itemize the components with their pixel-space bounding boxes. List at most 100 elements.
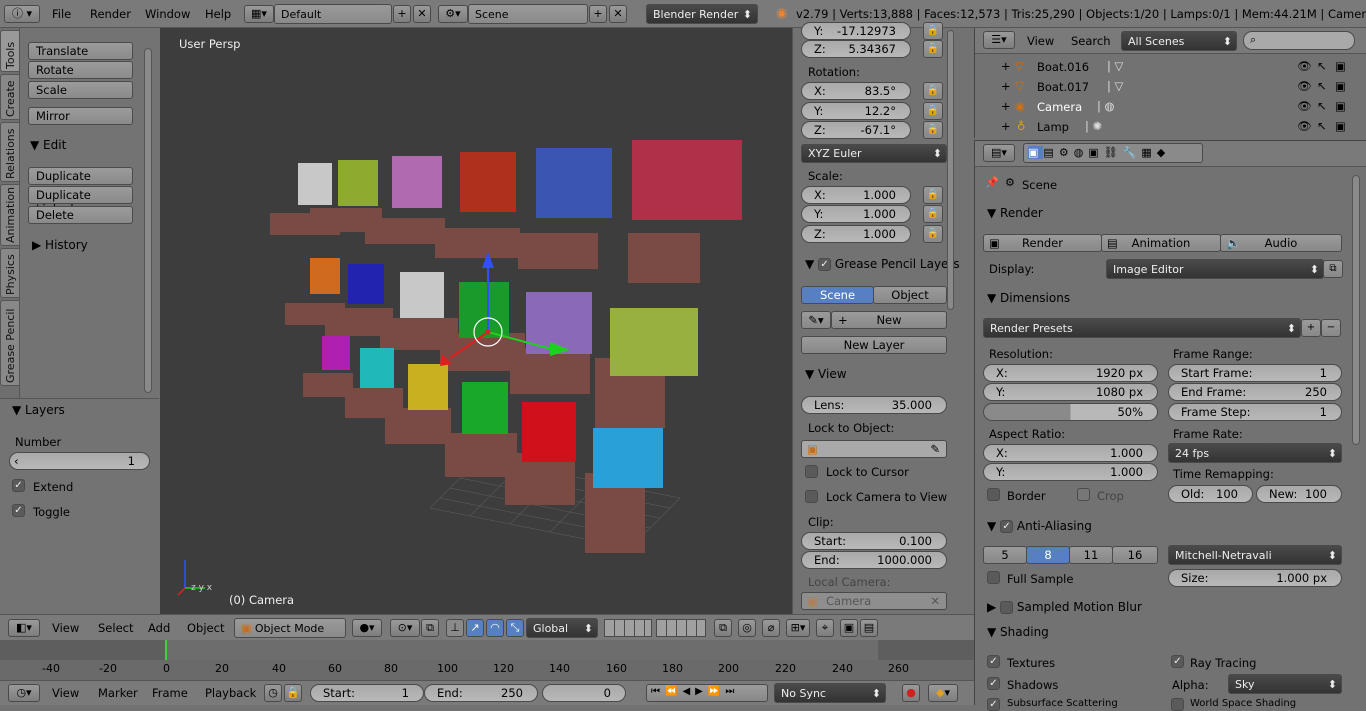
context-tabs[interactable]: ▣▤⚙◍▣⛓🔧▦◆ bbox=[1023, 143, 1203, 163]
lock-rotation-z-icon[interactable]: 🔒 bbox=[923, 121, 943, 139]
world-icon[interactable]: ◍ bbox=[1074, 146, 1089, 159]
frame-rate-select[interactable]: 24 fps ⬍ bbox=[1168, 443, 1342, 463]
time-remap-new-field[interactable]: New: 100 bbox=[1256, 485, 1342, 503]
start-field[interactable]: Start: 1 bbox=[310, 684, 424, 702]
aa-samples-16[interactable]: 16 bbox=[1112, 546, 1158, 564]
lock-rotation-y-icon[interactable]: 🔒 bbox=[923, 102, 943, 120]
layer-lock-icon[interactable]: ⧉ bbox=[714, 619, 732, 637]
transform-orientation-select[interactable]: Global ⬍ bbox=[526, 618, 598, 638]
translate-button[interactable]: Translate bbox=[28, 42, 133, 60]
play-reverse-icon[interactable]: ◀ bbox=[682, 686, 695, 697]
add-scene-icon[interactable]: + bbox=[589, 5, 607, 23]
rotation-z-field[interactable]: Z: -67.1° bbox=[801, 121, 911, 139]
view-panel-header[interactable]: ▼ View bbox=[805, 367, 847, 381]
dimensions-panel-header[interactable]: ▼ Dimensions bbox=[987, 291, 1070, 305]
editor-type-outliner-icon[interactable]: ☰▾ bbox=[983, 31, 1015, 49]
outliner-row[interactable]: + ◉ Camera | ◍ 👁 ↖ ▣ bbox=[975, 98, 1355, 118]
select-cursor-icon[interactable]: ↖ bbox=[1317, 59, 1327, 73]
render-camera-icon[interactable]: ▣ bbox=[1335, 119, 1346, 133]
alpha-select[interactable]: Sky ⬍ bbox=[1228, 674, 1342, 694]
clip-end-field[interactable]: End: 1000.000 bbox=[801, 551, 947, 569]
aa-samples-8[interactable]: 8 bbox=[1026, 546, 1070, 564]
display-select[interactable]: Image Editor ⬍ bbox=[1106, 259, 1324, 279]
scene-field[interactable]: Scene bbox=[468, 4, 588, 24]
new-layer-button[interactable]: New Layer bbox=[801, 336, 947, 354]
editor-type-3d-view-icon[interactable]: ◧▾ bbox=[8, 619, 40, 637]
rotate-button[interactable]: Rotate bbox=[28, 61, 133, 79]
layer-number-field[interactable]: ‹ 1 bbox=[9, 452, 150, 470]
object-icon[interactable]: ▣ bbox=[1088, 146, 1103, 159]
scale-z-field[interactable]: Z: 1.000 bbox=[801, 225, 911, 243]
scale-manipulator-icon[interactable]: ⤡ bbox=[506, 619, 524, 637]
menu-window[interactable]: Window bbox=[145, 7, 190, 21]
render-camera-icon[interactable]: ▣ bbox=[1335, 59, 1346, 73]
jump-start-icon[interactable]: ⏮ bbox=[651, 686, 665, 697]
lock-display-icon[interactable]: ⧉ bbox=[1323, 260, 1343, 278]
editor-type-properties-icon[interactable]: ▤▾ bbox=[983, 144, 1015, 162]
lock-scale-y-icon[interactable]: 🔒 bbox=[923, 205, 943, 223]
delete-button[interactable]: Delete bbox=[28, 206, 133, 224]
anti-aliasing-panel-header[interactable]: ▼ ✓ Anti-Aliasing bbox=[987, 519, 1092, 533]
record-icon[interactable]: ● bbox=[902, 684, 920, 702]
pin-icon[interactable]: 📌 bbox=[985, 176, 999, 189]
lock-rotation-x-icon[interactable]: 🔒 bbox=[923, 82, 943, 100]
grease-pencil-checkbox[interactable]: ✓ bbox=[818, 258, 832, 271]
npanel-scrollbar[interactable] bbox=[947, 30, 954, 310]
scene-layers-1-10[interactable] bbox=[604, 619, 652, 637]
aa-samples-11[interactable]: 11 bbox=[1069, 546, 1113, 564]
rotation-x-field[interactable]: X: 83.5° bbox=[801, 82, 911, 100]
constraints-icon[interactable]: ⛓ bbox=[1104, 146, 1123, 159]
lock-scale-z-icon[interactable]: 🔒 bbox=[923, 225, 943, 243]
tab-animation[interactable]: Animation bbox=[0, 184, 20, 246]
snap-element-icon[interactable]: ⊞▾ bbox=[786, 619, 810, 637]
outliner-menu-view[interactable]: View bbox=[1027, 34, 1054, 48]
outliner-row[interactable]: + ▽ Boat.016 | ▽ 👁 ↖ ▣ bbox=[975, 58, 1355, 78]
resolution-x-field[interactable]: X: 1920 px bbox=[983, 364, 1158, 382]
aa-filter-select[interactable]: Mitchell-Netravali ⬍ bbox=[1168, 545, 1342, 565]
time-remap-old-field[interactable]: Old: 100 bbox=[1168, 485, 1253, 503]
history-panel-header[interactable]: ▶ History bbox=[32, 238, 88, 252]
edit-panel-header[interactable]: ▼ Edit bbox=[30, 138, 66, 152]
viewport-shading-icon[interactable]: ●▾ bbox=[352, 619, 382, 637]
scale-x-field[interactable]: X: 1.000 bbox=[801, 186, 911, 204]
rotation-mode-select[interactable]: XYZ Euler ⬍ bbox=[801, 144, 947, 163]
duplicate-button[interactable]: Duplicate bbox=[28, 167, 133, 185]
pencil-icon[interactable]: ✎▾ bbox=[801, 311, 831, 329]
playback-controls[interactable]: ⏮⏪◀▶⏩⏭ bbox=[646, 684, 768, 702]
textures-checkbox[interactable]: ✓ bbox=[987, 655, 1000, 668]
outliner-row[interactable]: + ▽ Boat.017 | ▽ 👁 ↖ ▣ bbox=[975, 78, 1355, 98]
3d-menu-select[interactable]: Select bbox=[98, 621, 133, 635]
start-frame-field[interactable]: Start Frame: 1 bbox=[1168, 364, 1342, 382]
sync-mode-select[interactable]: No Sync ⬍ bbox=[774, 683, 886, 703]
3d-menu-add[interactable]: Add bbox=[148, 621, 170, 635]
current-frame-field[interactable]: 0 bbox=[542, 684, 626, 702]
opengl-render-still-icon[interactable]: ▣ bbox=[840, 619, 858, 637]
visibility-eye-icon[interactable]: 👁 bbox=[1297, 79, 1312, 93]
lens-field[interactable]: Lens: 35.000 bbox=[801, 396, 947, 414]
add-screen-icon[interactable]: + bbox=[393, 5, 411, 23]
render-camera-icon[interactable]: ▣ bbox=[1335, 79, 1346, 93]
timeline-menu-frame[interactable]: Frame bbox=[152, 686, 188, 700]
timeline[interactable]: -40 -20 0 20 40 60 80 100 120 140 160 18… bbox=[0, 640, 974, 680]
menu-file[interactable]: File bbox=[52, 7, 71, 21]
pivot-point-icon[interactable]: ⊙▾ bbox=[390, 619, 420, 637]
shadows-checkbox[interactable]: ✓ bbox=[987, 677, 1000, 690]
visibility-eye-icon[interactable]: 👁 bbox=[1297, 99, 1312, 113]
snap-toggle-icon[interactable]: ⌀ bbox=[762, 619, 780, 637]
jump-end-icon[interactable]: ⏭ bbox=[725, 686, 739, 697]
lock-to-cursor-checkbox[interactable] bbox=[805, 465, 818, 478]
motion-blur-checkbox[interactable] bbox=[1000, 601, 1014, 614]
grease-pencil-layers-header[interactable]: ▼ ✓ Grease Pencil Layers bbox=[805, 257, 960, 271]
remove-preset-icon[interactable]: − bbox=[1321, 319, 1341, 337]
preview-range-icon[interactable]: ◷ bbox=[264, 684, 282, 702]
animation-button[interactable]: ▤ Animation bbox=[1101, 234, 1221, 252]
lock-object-field[interactable]: ▣ ✎ bbox=[801, 440, 947, 458]
editor-type-timeline-icon[interactable]: ◷▾ bbox=[8, 684, 40, 702]
timeline-menu-view[interactable]: View bbox=[52, 686, 79, 700]
next-keyframe-icon[interactable]: ⏩ bbox=[708, 686, 725, 697]
outliner-search-input[interactable]: ⌕ bbox=[1243, 31, 1355, 50]
gp-scene-button[interactable]: Scene bbox=[801, 286, 874, 304]
delete-screen-icon[interactable]: ✕ bbox=[413, 5, 431, 23]
aspect-y-field[interactable]: Y: 1.000 bbox=[983, 463, 1158, 481]
properties-scrollbar[interactable] bbox=[1352, 175, 1360, 445]
